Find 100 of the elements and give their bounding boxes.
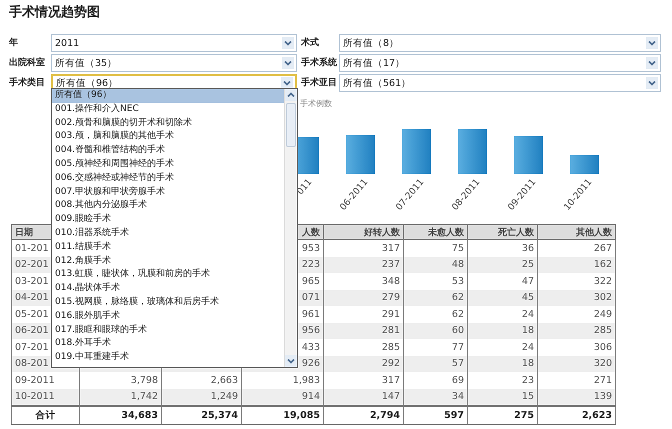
table-cell: 2,623 (582, 410, 612, 421)
table-cell: 147 (382, 391, 400, 402)
chart-bar (514, 136, 543, 174)
table-cell: 2,663 (210, 374, 238, 386)
dropdown-option[interactable]: 010.泪器系统手术 (52, 226, 284, 241)
table-cell: 162 (594, 259, 612, 270)
chart-title: 手术例数 (300, 99, 332, 108)
table-cell: 320 (594, 358, 612, 370)
table-cell: 271 (594, 374, 612, 386)
table-cell: 77 (452, 342, 464, 353)
table-cell: 275 (514, 410, 534, 421)
table-cell: 02-201 (15, 259, 49, 270)
dropdown-option[interactable]: 015.视网膜，脉络膜，玻璃体和后房手术 (52, 296, 284, 310)
dropdown-option[interactable]: 012.角膜手术 (52, 254, 284, 268)
dropdown-option[interactable]: 005.颅神经和周围神经的手术 (52, 158, 284, 172)
filter-label: 手术系统 (300, 56, 338, 70)
table-cell: 57 (452, 358, 464, 370)
table-cell: 48 (452, 259, 464, 270)
chart-bar (570, 155, 599, 174)
table-cell: 306 (594, 342, 612, 353)
chart-bar (346, 135, 375, 174)
table-cell: 36 (522, 242, 534, 254)
scroll-up-icon[interactable] (285, 89, 297, 101)
caret-icon (646, 77, 658, 89)
table-cell: 322 (594, 276, 612, 287)
table-cell: 267 (594, 242, 612, 254)
table-cell: 956 (302, 325, 320, 336)
filter-select[interactable]: 所有值（35） (51, 54, 297, 72)
table-cell: 08-201 (15, 358, 49, 370)
table-cell: 18 (522, 325, 534, 336)
dropdown-option[interactable]: 002.颅骨和脑膜的切开术和切除术 (52, 116, 284, 130)
column-header: 未愈人数 (428, 228, 464, 238)
table-cell: 24 (522, 308, 534, 320)
table-cell: 1,983 (292, 374, 320, 386)
table-cell: 223 (302, 259, 320, 270)
table-cell: 69 (452, 374, 464, 386)
dropdown-option[interactable]: 004.脊髓和椎管结构的手术 (52, 144, 284, 158)
table-cell: 965 (302, 276, 320, 287)
table-cell: 15 (522, 391, 534, 402)
filter-select[interactable]: 所有值（561） (339, 74, 661, 92)
table-cell: 62 (452, 308, 464, 320)
table-cell: 34 (452, 391, 464, 402)
caret-icon (282, 37, 294, 49)
dropdown-option[interactable]: 016.眼外肌手术 (52, 310, 284, 324)
table-cell: 317 (382, 374, 400, 386)
dropdown-option[interactable]: 009.眼睑手术 (52, 213, 284, 227)
dropdown-option[interactable]: 007.甲状腺和甲状旁腺手术 (52, 186, 284, 200)
dropdown-option[interactable]: 006.交感神经或神经节的手术 (52, 172, 284, 186)
table-cell: 01-201 (15, 242, 49, 254)
caret-icon (646, 37, 658, 49)
column-header: 日期 (15, 228, 33, 238)
dropdown-option[interactable]: 001.操作和介入NEC (52, 102, 284, 117)
table-cell: 03-201 (15, 276, 49, 287)
dropdown-option[interactable]: 所有值（96） (52, 89, 284, 103)
table-cell: 2,794 (370, 410, 400, 421)
table-cell: 07-201 (15, 342, 49, 353)
filter-label: 年 (9, 36, 19, 50)
table-cell: 53 (452, 276, 464, 287)
page-title: 手术情况趋势图 (8, 4, 101, 22)
table-cell: 279 (382, 292, 400, 304)
table-cell: 285 (382, 342, 400, 353)
table-cell: 433 (302, 342, 320, 353)
table-cell: 926 (302, 358, 320, 370)
table-cell: 62 (452, 292, 464, 304)
table-cell: 292 (382, 358, 400, 370)
dropdown-option[interactable]: 017.眼眶和眼球的手术 (52, 324, 284, 338)
column-header: 死亡人数 (498, 228, 534, 238)
filter-select[interactable]: 2011 (51, 34, 297, 52)
dropdown-option[interactable]: 014.晶状体手术 (52, 282, 284, 296)
table-cell: 281 (382, 325, 400, 336)
caret-icon (281, 77, 293, 89)
dropdown-option[interactable]: 013.虹膜，睫状体，巩膜和前房的手术 (52, 268, 284, 282)
dropdown-option[interactable]: 019.中耳重建手术 (52, 351, 284, 365)
table-cell: 1,249 (210, 391, 238, 402)
dropdown-option[interactable]: 003.颅，脑和脑膜的其他手术 (52, 130, 284, 144)
axis-label: 011 (296, 178, 314, 198)
table-cell: 10-2011 (15, 391, 55, 402)
scroll-down-icon[interactable] (285, 355, 297, 367)
filter-select[interactable]: 所有值（17） (339, 54, 661, 72)
column-header: 其他人数 (576, 228, 612, 238)
table-cell: 961 (302, 308, 320, 320)
table-cell: 071 (302, 292, 320, 304)
table-cell: 249 (594, 308, 612, 320)
dropdown-option[interactable]: 008.其他内分泌腺手术 (52, 199, 284, 214)
filter-select[interactable]: 所有值（8） (339, 34, 661, 52)
table-cell: 285 (594, 325, 612, 336)
table-cell: 05-201 (15, 308, 49, 320)
dropdown-option[interactable]: 011.结膜手术 (52, 240, 284, 255)
table-cell: 914 (302, 391, 320, 402)
chart-bar (458, 129, 487, 174)
table-cell: 597 (444, 410, 464, 421)
table-cell: 合计 (36, 410, 56, 421)
scroll-thumb[interactable] (286, 103, 296, 147)
dropdown-option[interactable]: 018.外耳手术 (52, 337, 284, 352)
scrollbar[interactable] (284, 89, 297, 367)
table-cell: 45 (522, 292, 534, 304)
table-cell: 3,798 (130, 374, 158, 386)
table-cell: 237 (382, 259, 400, 270)
filter-label: 术式 (300, 36, 320, 50)
table-cell: 25,374 (201, 410, 238, 421)
